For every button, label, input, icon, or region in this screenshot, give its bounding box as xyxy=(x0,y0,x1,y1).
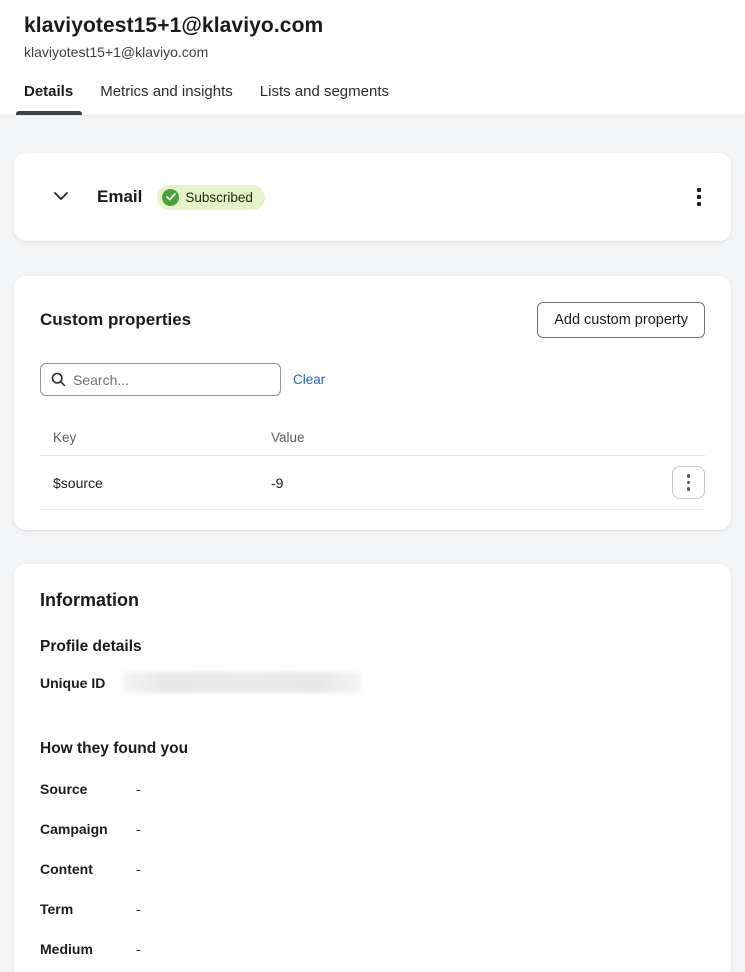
custom-properties-header: Custom properties Add custom property xyxy=(40,302,705,338)
tab-metrics-and-insights[interactable]: Metrics and insights xyxy=(100,81,233,115)
campaign-label: Campaign xyxy=(40,821,136,838)
term-label: Term xyxy=(40,901,136,918)
profile-header: klaviyotest15+1@klaviyo.com klaviyotest1… xyxy=(0,0,745,116)
table-row: $source -9 xyxy=(40,456,705,510)
term-value: - xyxy=(136,901,141,918)
content-label: Content xyxy=(40,861,136,878)
kebab-menu-icon xyxy=(697,188,701,206)
custom-properties-heading: Custom properties xyxy=(40,310,191,330)
information-card: Information Profile details Unique ID Ho… xyxy=(14,564,731,972)
campaign-row: Campaign - xyxy=(40,821,705,838)
tab-lists-and-segments[interactable]: Lists and segments xyxy=(260,81,389,115)
profile-details-heading: Profile details xyxy=(40,638,705,656)
email-channel-card: Email Subscribed xyxy=(14,153,731,241)
medium-label: Medium xyxy=(40,941,136,958)
expand-toggle-button[interactable] xyxy=(48,184,74,210)
status-badge: Subscribed xyxy=(157,185,265,210)
column-header-key: Key xyxy=(53,430,271,445)
channel-title: Email xyxy=(97,187,142,207)
term-row: Term - xyxy=(40,901,705,918)
custom-properties-card: Custom properties Add custom property Cl… xyxy=(14,276,731,530)
property-value: -9 xyxy=(271,475,672,491)
unique-id-row: Unique ID xyxy=(40,672,705,693)
tab-details[interactable]: Details xyxy=(24,81,73,115)
chevron-down-icon xyxy=(51,186,71,209)
profile-details-section: Profile details Unique ID xyxy=(40,638,705,693)
check-circle-icon xyxy=(162,189,179,206)
campaign-value: - xyxy=(136,821,141,838)
how-they-found-you-section: How they found you Source - Campaign - C… xyxy=(40,740,705,958)
column-header-value: Value xyxy=(271,430,672,445)
tab-bar: Details Metrics and insights Lists and s… xyxy=(24,81,721,115)
property-key: $source xyxy=(53,475,271,491)
source-value: - xyxy=(136,781,141,798)
unique-id-label: Unique ID xyxy=(40,675,123,691)
medium-value: - xyxy=(136,941,141,958)
status-badge-label: Subscribed xyxy=(185,190,253,205)
source-label: Source xyxy=(40,781,136,798)
unique-id-redacted-value xyxy=(123,672,361,693)
property-row-menu-button[interactable] xyxy=(672,466,705,499)
properties-table: Key Value $source -9 xyxy=(40,419,705,510)
page-title: klaviyotest15+1@klaviyo.com xyxy=(24,14,721,38)
medium-row: Medium - xyxy=(40,941,705,958)
search-row: Clear xyxy=(40,363,705,396)
page-subtitle: klaviyotest15+1@klaviyo.com xyxy=(24,44,721,60)
content-row: Content - xyxy=(40,861,705,878)
add-custom-property-button[interactable]: Add custom property xyxy=(537,302,705,338)
clear-search-link[interactable]: Clear xyxy=(293,372,325,387)
kebab-menu-icon xyxy=(687,474,691,491)
source-row: Source - xyxy=(40,781,705,798)
search-box xyxy=(40,363,281,396)
email-card-menu-button[interactable] xyxy=(693,184,705,210)
table-header-row: Key Value xyxy=(40,419,705,456)
search-input[interactable] xyxy=(73,372,270,388)
content-value: - xyxy=(136,861,141,878)
how-they-found-you-heading: How they found you xyxy=(40,740,705,758)
search-icon xyxy=(51,372,66,387)
information-heading: Information xyxy=(40,590,705,611)
